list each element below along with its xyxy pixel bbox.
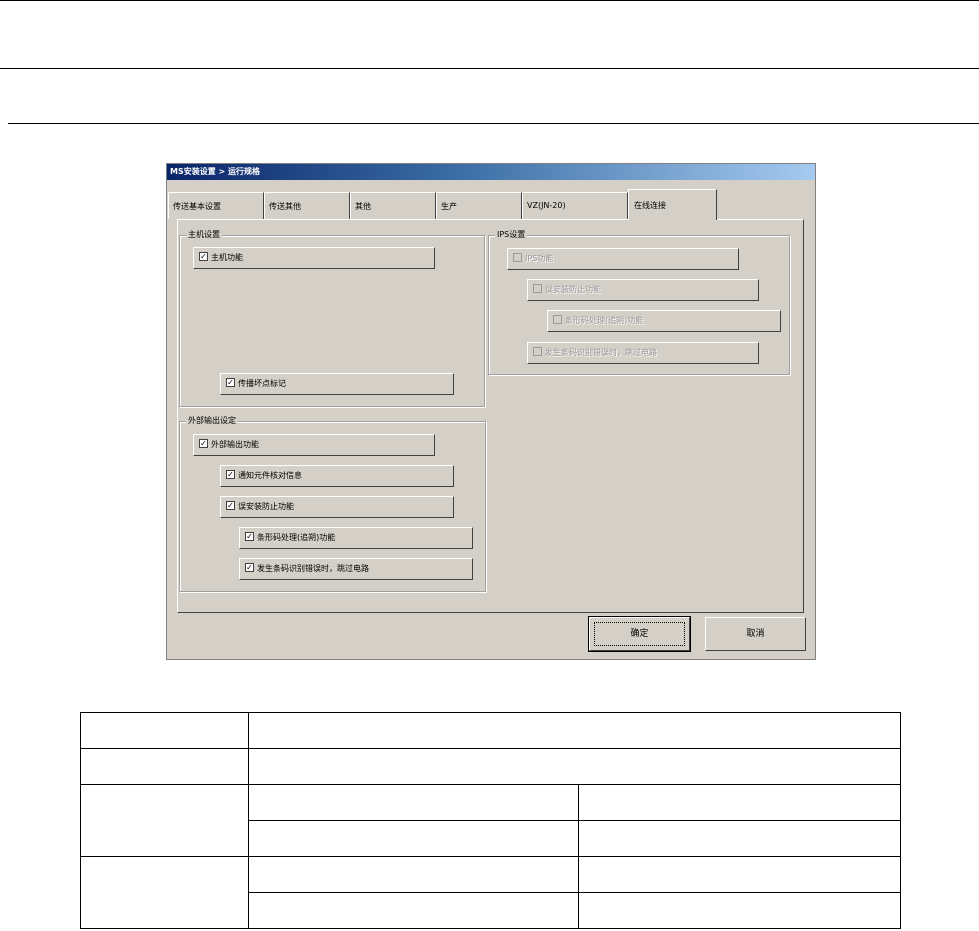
tab-other[interactable]: 其他 — [350, 192, 436, 219]
barcode-error-bypass-label: 发生条码识别错误时，跳过电路 — [257, 564, 369, 573]
table-cell — [248, 820, 579, 857]
notify-parts-info-label: 通知元件核对信息 — [238, 471, 302, 480]
focus-rectangle — [594, 622, 685, 646]
ok-button[interactable]: 确定 — [588, 616, 691, 652]
header-rule-bottom — [8, 123, 979, 124]
ips-function-checkbox[interactable]: IPS功能 — [507, 248, 739, 270]
ips-misplace-prevent-checkbox[interactable]: 误安装防止功能 — [527, 279, 759, 301]
ips-function-label: IPS功能 — [525, 254, 554, 263]
table-cell — [248, 784, 579, 821]
tab-label: VZ(JN-20) — [527, 201, 566, 210]
ips-barcode-error-bypass-label: 发生条码识别错误时，跳过电路 — [545, 348, 657, 357]
table-cell — [578, 784, 901, 821]
table-cell — [80, 748, 249, 785]
checkbox-check-icon: ✓ — [199, 252, 208, 261]
checkbox-empty-icon — [513, 253, 522, 262]
checkbox-check-icon: ✓ — [245, 563, 254, 572]
notify-parts-info-checkbox[interactable]: ✓ 通知元件核对信息 — [220, 465, 454, 487]
dialog-title: 安装设置 > 运行规格 — [183, 167, 261, 176]
host-settings-group: 主机设置 ✓ 主机功能 ✓ 传播坏点标记 — [179, 230, 485, 407]
tab-label: 传送基本设置 — [173, 202, 221, 211]
ips-barcode-process-label: 条形码处理(追朔)功能 — [565, 316, 644, 325]
cancel-button[interactable]: 取消 — [705, 617, 806, 651]
table-cell — [80, 784, 249, 857]
table-cell — [578, 892, 901, 929]
barcode-error-bypass-checkbox[interactable]: ✓ 发生条码识别错误时，跳过电路 — [239, 558, 473, 580]
checkbox-check-icon: ✓ — [245, 532, 254, 541]
checkbox-check-icon: ✓ — [226, 378, 235, 387]
checkbox-empty-icon — [533, 284, 542, 293]
external-output-group-label: 外部输出设定 — [186, 416, 238, 426]
checkbox-check-icon: ✓ — [226, 470, 235, 479]
tab-transfer-basic[interactable]: 传送基本设置 — [168, 192, 264, 219]
ips-settings-group: IPS设置 IPS功能 误安装防止功能 条形码处理(追朔)功能 发生条码识别错误… — [488, 230, 790, 375]
cancel-button-label: 取消 — [746, 629, 765, 639]
tab-panel: 主机设置 ✓ 主机功能 ✓ 传播坏点标记 外部输出设定 ✓ 外部输出功能 ✓ 通知元件核… — [177, 219, 804, 613]
barcode-process-checkbox[interactable]: ✓ 条形码处理(追朔)功能 — [239, 527, 473, 549]
host-settings-label: 主机设置 — [186, 230, 222, 240]
external-output-checkbox[interactable]: ✓ 外部输出功能 — [193, 434, 435, 456]
ips-barcode-error-bypass-checkbox[interactable]: 发生条码识别错误时，跳过电路 — [527, 342, 759, 364]
table-cell — [578, 856, 901, 893]
tab-online-connection[interactable]: 在线连接 — [628, 189, 717, 220]
tab-production[interactable]: 生产 — [436, 192, 522, 219]
header-rule-top — [0, 0, 979, 1]
tab-label: 生产 — [441, 202, 457, 211]
dialog-title-bar[interactable]: MS安装设置 > 运行规格 — [167, 164, 815, 180]
skip-bad-mark-checkbox[interactable]: ✓ 传播坏点标记 — [220, 373, 454, 395]
misplace-prevent-label: 误安装防止功能 — [238, 502, 294, 511]
ips-barcode-process-checkbox[interactable]: 条形码处理(追朔)功能 — [547, 310, 781, 332]
external-output-group: 外部输出设定 ✓ 外部输出功能 ✓ 通知元件核对信息 ✓ 误安装防止功能 ✓ 条形码处理… — [179, 416, 486, 592]
dialog-title-prefix: MS — [170, 167, 184, 176]
host-function-label: 主机功能 — [211, 253, 243, 262]
spec-table — [80, 712, 901, 929]
tab-label: 传送其他 — [269, 202, 301, 211]
table-cell — [248, 892, 579, 929]
checkbox-check-icon: ✓ — [226, 501, 235, 510]
checkbox-empty-icon — [553, 315, 562, 324]
tab-label: 在线连接 — [634, 201, 666, 210]
ips-misplace-prevent-label: 误安装防止功能 — [545, 285, 601, 294]
table-cell — [80, 856, 249, 929]
tab-vz[interactable]: VZ(JN-20) — [522, 192, 628, 219]
table-cell — [248, 748, 901, 785]
skip-bad-mark-label: 传播坏点标记 — [238, 379, 286, 388]
misplace-prevent-checkbox[interactable]: ✓ 误安装防止功能 — [220, 496, 454, 518]
table-cell — [80, 712, 249, 749]
tab-label: 其他 — [355, 202, 371, 211]
table-cell — [248, 712, 901, 749]
tab-transfer-other[interactable]: 传送其他 — [264, 192, 350, 219]
header-rule-middle — [0, 68, 979, 69]
table-cell — [578, 820, 901, 857]
host-function-checkbox[interactable]: ✓ 主机功能 — [193, 247, 435, 269]
barcode-process-label: 条形码处理(追朔)功能 — [257, 533, 336, 542]
table-cell — [248, 856, 579, 893]
checkbox-check-icon: ✓ — [199, 439, 208, 448]
checkbox-empty-icon — [533, 347, 542, 356]
external-output-label: 外部输出功能 — [211, 440, 259, 449]
settings-dialog: MS安装设置 > 运行规格 传送基本设置 传送其他 其他 生产 VZ(JN-20… — [166, 163, 816, 660]
ips-settings-label: IPS设置 — [495, 230, 528, 240]
